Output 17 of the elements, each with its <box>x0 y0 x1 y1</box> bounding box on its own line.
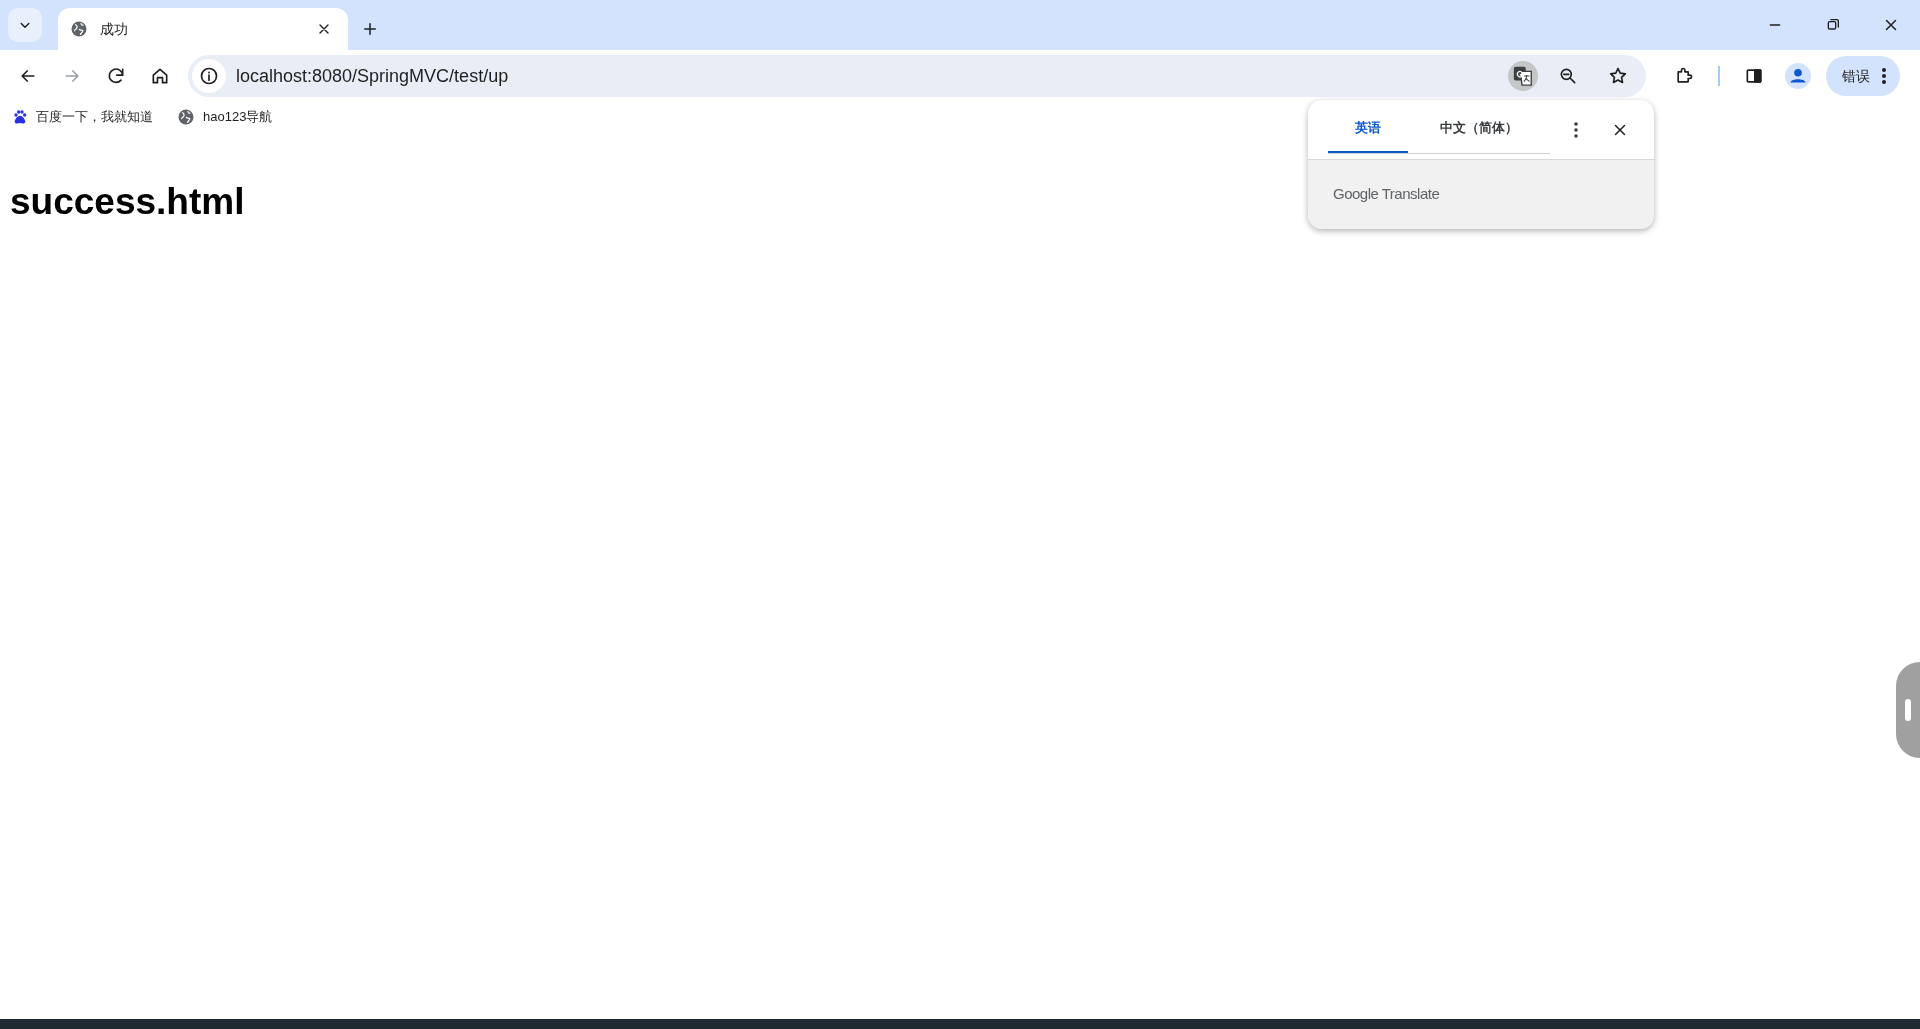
language-tab[interactable]: 中文（简体） <box>1408 105 1550 153</box>
browser-tab[interactable]: 成功 <box>58 8 348 50</box>
side-handle[interactable] <box>1896 662 1920 758</box>
bookmark-link[interactable]: 百度一下，我就知道 <box>12 107 153 127</box>
url-text: localhost:8080/SpringMVC/test/up <box>236 64 510 88</box>
paw-icon <box>12 109 28 125</box>
address-bar[interactable]: localhost:8080/SpringMVC/test/up <box>188 55 1646 97</box>
globe-icon <box>177 108 195 126</box>
tab-title: 成功 <box>100 19 129 39</box>
translate-icon[interactable] <box>1508 61 1538 91</box>
footer-text: Google Translate <box>1333 184 1440 205</box>
info-icon[interactable] <box>192 59 226 93</box>
globe-icon <box>70 20 88 38</box>
bookmark-link[interactable]: hao123导航 <box>177 107 273 127</box>
profile-button[interactable]: 错误 <box>1826 56 1900 96</box>
language-tab[interactable]: 英语 <box>1328 105 1408 153</box>
page-heading: success.html <box>10 180 245 224</box>
